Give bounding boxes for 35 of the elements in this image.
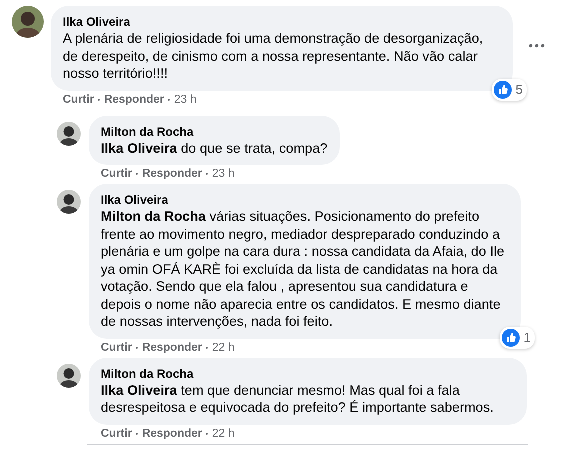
separator-dot — [98, 98, 100, 100]
reply-link[interactable]: Responder — [104, 94, 164, 106]
reply-link[interactable]: Responder — [142, 342, 202, 354]
author-name[interactable]: Milton da Rocha — [101, 124, 328, 140]
comment-text: Ilka Oliveira do que se trata, compa? — [101, 140, 328, 157]
separator-dot — [206, 432, 208, 434]
separator-dot — [206, 346, 208, 348]
like-link[interactable]: Curtir — [101, 168, 132, 180]
reply-link[interactable]: Responder — [142, 168, 202, 180]
avatar[interactable] — [12, 6, 44, 38]
avatar[interactable] — [57, 190, 81, 214]
separator-dot — [136, 432, 138, 434]
timestamp[interactable]: 23 h — [212, 168, 235, 180]
reply-link[interactable]: Responder — [142, 428, 202, 440]
timestamp[interactable]: 23 h — [174, 94, 197, 106]
author-name[interactable]: Ilka Oliveira — [101, 192, 509, 208]
like-icon — [502, 328, 520, 346]
separator-dot — [136, 346, 138, 348]
separator-dot — [136, 173, 138, 175]
timestamp[interactable]: 22 h — [212, 428, 235, 440]
comment-text: A plenária de religiosidade foi uma demonstração de desorganização, de derespeito, de cinismo com a nossa representante. Não vão calar nosso território!!!! — [63, 30, 484, 82]
separator-dot — [206, 173, 208, 175]
avatar[interactable] — [57, 122, 81, 146]
reaction-count[interactable]: 5 — [492, 78, 527, 100]
author-name[interactable]: Milton da Rocha — [101, 366, 515, 382]
like-link[interactable]: Curtir — [101, 428, 132, 440]
avatar[interactable] — [57, 364, 81, 388]
reaction-count[interactable]: 1 — [500, 326, 535, 348]
comment-text: Ilka Oliveira tem que denunciar mesmo! Mas qual foi a fala desrespeitosa e equivocada do prefeito? É importante sabermos. — [101, 382, 495, 416]
like-link[interactable]: Curtir — [101, 342, 132, 354]
separator-dot — [168, 98, 170, 100]
like-link[interactable]: Curtir — [63, 94, 94, 106]
timestamp[interactable]: 22 h — [212, 342, 235, 354]
like-icon — [494, 80, 512, 98]
author-name[interactable]: Ilka Oliveira — [63, 14, 501, 30]
